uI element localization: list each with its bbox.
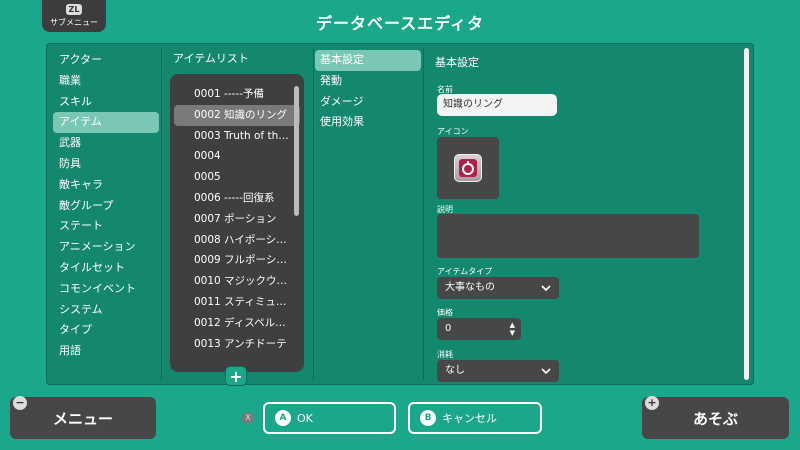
page-title: データベースエディタ	[315, 14, 485, 33]
tab-basic-settings[interactable]: 基本設定	[315, 50, 421, 71]
item-row[interactable]: 0008 ハイポーシ…	[174, 230, 300, 251]
item-type-select[interactable]: 大事なもの	[437, 277, 559, 299]
category-item[interactable]: ステート	[53, 216, 159, 237]
chevron-down-icon	[541, 368, 551, 375]
category-item[interactable]: 武器	[53, 133, 159, 154]
name-field[interactable]: 知識のリング	[437, 94, 557, 116]
item-column: アイテムリスト 0001 -----予備 0002 知識のリング 0003 Tr…	[167, 50, 307, 386]
category-item[interactable]: 職業	[53, 71, 159, 92]
divider	[313, 48, 314, 380]
category-item[interactable]: コモンイベント	[53, 279, 159, 300]
a-key-icon: A	[275, 410, 291, 426]
item-row[interactable]: 0001 -----予備	[174, 84, 300, 105]
ok-label: OK	[297, 411, 313, 425]
minus-icon: −	[13, 396, 27, 410]
top-bar: ZL サブメニュー データベースエディタ	[0, 0, 800, 42]
consume-select[interactable]: なし	[437, 360, 559, 382]
category-item[interactable]: 敵グループ	[53, 196, 159, 217]
play-button[interactable]: + あそぶ	[642, 396, 789, 439]
item-row[interactable]: 0006 -----回復系	[174, 188, 300, 209]
category-item[interactable]: タイプ	[53, 320, 159, 341]
item-row[interactable]: 0010 マジックウ…	[174, 271, 300, 292]
stepper-arrows-icon[interactable]: ▲ ▼	[510, 321, 515, 337]
editor-panel: アクター 職業 スキル アイテム 武器 防具 敵キャラ 敵グループ ステート ア…	[46, 43, 754, 386]
price-value: 0	[445, 323, 452, 334]
menu-label: メニュー	[52, 409, 113, 428]
icon-picker[interactable]	[437, 137, 499, 199]
tab-effects[interactable]: 使用効果	[315, 112, 421, 133]
category-item-selected[interactable]: アイテム	[53, 112, 159, 134]
item-row[interactable]: 0005	[174, 167, 300, 188]
divider	[423, 48, 424, 380]
item-form: 基本設定 名前 知識のリング アイコン 説明 アイテムタイプ 大事なもの 価格 …	[435, 54, 735, 382]
consume-value: なし	[445, 365, 465, 376]
b-key-icon: B	[420, 410, 436, 426]
consume-label: 消耗	[437, 350, 453, 359]
chevron-down-icon	[541, 285, 551, 292]
cancel-label: キャンセル	[442, 412, 497, 425]
tab-activation[interactable]: 発動	[315, 71, 421, 92]
x-key-icon: X	[242, 412, 254, 424]
item-row[interactable]: 0004	[174, 146, 300, 167]
item-type-value: 大事なもの	[445, 282, 495, 293]
ok-button[interactable]: A OK	[263, 402, 396, 434]
item-row[interactable]: 0012 ディスペル…	[174, 313, 300, 334]
item-list[interactable]: 0001 -----予備 0002 知識のリング 0003 Truth of t…	[170, 74, 304, 372]
category-item[interactable]: タイルセット	[53, 258, 159, 279]
divider	[161, 48, 162, 380]
form-scrollbar[interactable]	[744, 48, 749, 380]
item-type-label: アイテムタイプ	[437, 267, 493, 276]
menu-button[interactable]: − メニュー	[10, 396, 156, 439]
item-row[interactable]: 0003 Truth of th…	[174, 126, 300, 147]
category-list: アクター 職業 スキル アイテム 武器 防具 敵キャラ 敵グループ ステート ア…	[53, 50, 159, 362]
item-list-scrollbar[interactable]	[294, 86, 299, 216]
category-item[interactable]: 敵キャラ	[53, 175, 159, 196]
item-row[interactable]: 0007 ポーション	[174, 209, 300, 230]
ring-icon	[454, 154, 482, 182]
tab-damage[interactable]: ダメージ	[315, 92, 421, 113]
plus-icon: +	[645, 396, 659, 410]
description-field[interactable]	[437, 214, 699, 258]
price-stepper[interactable]: 0 ▲ ▼	[437, 318, 521, 340]
add-item-button[interactable]: +	[225, 366, 247, 386]
icon-label: アイコン	[437, 127, 469, 136]
price-label: 価格	[437, 308, 453, 317]
item-row-selected[interactable]: 0002 知識のリング	[174, 104, 300, 126]
form-section-title: 基本設定	[435, 56, 479, 69]
category-item[interactable]: スキル	[53, 92, 159, 113]
item-list-header: アイテムリスト	[173, 52, 249, 65]
item-row[interactable]: 0011 スティミュ…	[174, 292, 300, 313]
category-item[interactable]: 防具	[53, 154, 159, 175]
item-row[interactable]: 0009 フルポーシ…	[174, 250, 300, 271]
category-item[interactable]: 用語	[53, 341, 159, 362]
item-row[interactable]: 0013 アンチドーテ	[174, 334, 300, 355]
cancel-button[interactable]: B キャンセル	[408, 402, 542, 434]
category-item[interactable]: アクター	[53, 50, 159, 71]
category-item[interactable]: アニメーション	[53, 237, 159, 258]
settings-tabs: 基本設定 発動 ダメージ 使用効果	[315, 50, 421, 133]
category-item[interactable]: システム	[53, 300, 159, 321]
play-label: あそぶ	[692, 409, 738, 428]
